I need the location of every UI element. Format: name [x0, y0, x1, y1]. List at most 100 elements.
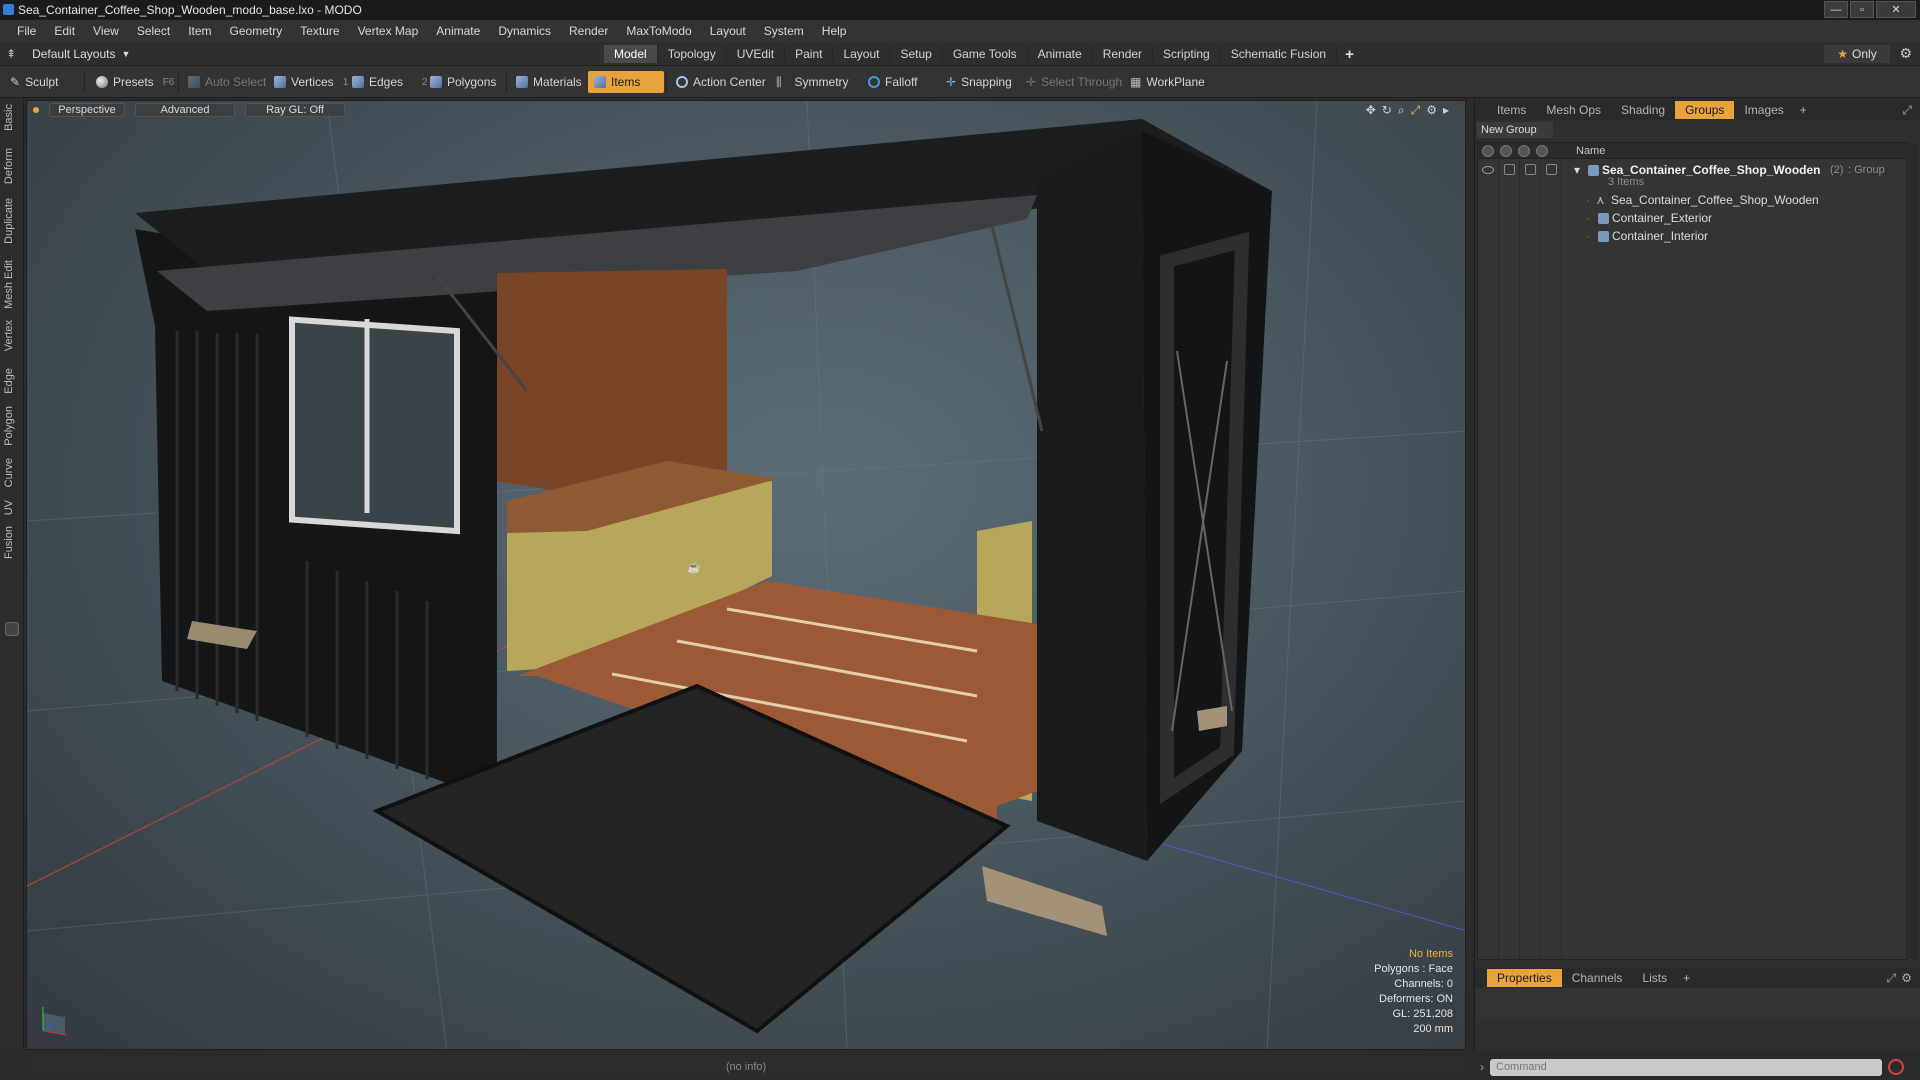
menu-file[interactable]: File: [8, 24, 45, 38]
eye-icon[interactable]: [1482, 166, 1494, 174]
viewport-shading-button[interactable]: Advanced: [135, 103, 235, 117]
menu-select[interactable]: Select: [128, 24, 179, 38]
tab-channels[interactable]: Channels: [1562, 969, 1633, 987]
auto-select-button[interactable]: Auto Select: [182, 71, 272, 93]
tab-uvedit[interactable]: UVEdit: [727, 45, 786, 63]
left-panel-toggle[interactable]: [5, 622, 19, 636]
minimize-button[interactable]: —: [1824, 1, 1848, 18]
edges-button[interactable]: Edges 2: [346, 71, 434, 93]
symmetry-button[interactable]: ⫼ Symmetry: [770, 71, 855, 93]
tab-render[interactable]: Render: [1093, 45, 1154, 63]
tab-schematic-fusion[interactable]: Schematic Fusion: [1221, 45, 1338, 63]
3d-viewport[interactable]: ☕ Perspective Advanced Ray GL: Off ✥ ↻ ⌕…: [26, 100, 1466, 1050]
select-toggle[interactable]: [1546, 164, 1557, 175]
viewport-arrow-icon[interactable]: ▸: [1443, 103, 1449, 118]
menu-help[interactable]: Help: [813, 24, 856, 38]
tree-row-child[interactable]: · ⋏ Sea_Container_Coffee_Shop_Wooden: [1478, 191, 1906, 209]
add-tab-button[interactable]: +: [1337, 45, 1362, 63]
tab-mesh-ops[interactable]: Mesh Ops: [1536, 101, 1611, 119]
close-button[interactable]: ✕: [1876, 1, 1916, 18]
tree-scrollbar[interactable]: [1908, 143, 1918, 959]
menu-layout[interactable]: Layout: [701, 24, 755, 38]
zoom-icon[interactable]: ⌕: [1398, 103, 1405, 118]
menu-edit[interactable]: Edit: [45, 24, 84, 38]
viewport-menu-dot[interactable]: [33, 107, 39, 113]
vtab-edge[interactable]: Edge: [3, 368, 15, 394]
rotate-icon[interactable]: ↻: [1382, 103, 1392, 118]
tab-topology[interactable]: Topology: [658, 45, 727, 63]
action-center-button[interactable]: Action Center: [670, 71, 772, 93]
items-button[interactable]: Items: [588, 71, 664, 93]
menu-geometry[interactable]: Geometry: [221, 24, 292, 38]
presets-button[interactable]: Presets F6: [90, 71, 180, 93]
stop-icon[interactable]: [1888, 1059, 1904, 1075]
tab-items[interactable]: Items: [1487, 101, 1536, 119]
visibility-column-icon[interactable]: [1482, 144, 1494, 157]
tree-row-child[interactable]: · Container_Interior: [1478, 227, 1906, 245]
action-center-icon: [676, 76, 688, 88]
menu-maxtomodo[interactable]: MaxToModo: [617, 24, 700, 38]
tab-scripting[interactable]: Scripting: [1153, 45, 1221, 63]
menu-vertex-map[interactable]: Vertex Map: [349, 24, 428, 38]
panel-expand-icon[interactable]: ⤢: [1902, 103, 1912, 118]
workplane-button[interactable]: ▦ WorkPlane: [1124, 71, 1211, 93]
tab-animate[interactable]: Animate: [1028, 45, 1093, 63]
snapping-button[interactable]: ✛ Snapping: [940, 71, 1018, 93]
maximize-button[interactable]: ▫: [1850, 1, 1874, 18]
vtab-vertex[interactable]: Vertex: [3, 320, 15, 351]
tab-paint[interactable]: Paint: [785, 45, 834, 63]
tab-lists[interactable]: Lists: [1632, 969, 1677, 987]
falloff-button[interactable]: Falloff: [862, 71, 923, 93]
name-column-header[interactable]: Name: [1576, 145, 1605, 157]
menu-view[interactable]: View: [84, 24, 128, 38]
menu-animate[interactable]: Animate: [427, 24, 489, 38]
materials-button[interactable]: Materials: [510, 71, 588, 93]
vertices-button[interactable]: Vertices 1: [268, 71, 354, 93]
vtab-uv[interactable]: UV: [3, 500, 15, 515]
add-bottom-tab-button[interactable]: +: [1677, 971, 1696, 985]
command-input[interactable]: [1490, 1058, 1882, 1076]
bottom-expand-icon[interactable]: ⤢: [1886, 971, 1896, 986]
vtab-basic[interactable]: Basic: [3, 104, 15, 131]
tab-layout[interactable]: Layout: [833, 45, 891, 63]
only-button[interactable]: ★ Only: [1824, 45, 1890, 63]
menu-system[interactable]: System: [755, 24, 813, 38]
tab-setup[interactable]: Setup: [890, 45, 943, 63]
menu-texture[interactable]: Texture: [291, 24, 348, 38]
polygons-button[interactable]: Polygons: [424, 71, 502, 93]
menu-render[interactable]: Render: [560, 24, 617, 38]
menu-item[interactable]: Item: [179, 24, 220, 38]
select-through-button[interactable]: ✛ Select Through: [1020, 71, 1128, 93]
vtab-fusion[interactable]: Fusion: [3, 526, 15, 559]
vtab-deform[interactable]: Deform: [3, 148, 15, 184]
presets-label: Presets: [113, 75, 154, 89]
sculpt-button[interactable]: ✎ Sculpt: [4, 71, 64, 93]
tab-groups[interactable]: Groups: [1675, 101, 1735, 119]
vtab-polygon[interactable]: Polygon: [3, 406, 15, 446]
vtab-mesh-edit[interactable]: Mesh Edit: [3, 260, 15, 309]
new-group-button[interactable]: New Group: [1477, 122, 1553, 138]
viewport-gear-icon[interactable]: ⚙: [1426, 103, 1437, 118]
tab-shading[interactable]: Shading: [1611, 101, 1675, 119]
add-panel-tab-button[interactable]: +: [1794, 103, 1813, 117]
gear-icon[interactable]: ⚙: [1899, 45, 1912, 62]
tree-row-child[interactable]: · Container_Exterior: [1478, 209, 1906, 227]
tab-properties[interactable]: Properties: [1487, 969, 1562, 987]
layout-selector[interactable]: ⇞ Default Layouts ▼: [6, 45, 130, 63]
bottom-gear-icon[interactable]: ⚙: [1901, 971, 1912, 985]
maximize-icon[interactable]: ⤢: [1411, 103, 1421, 118]
select-column-icon[interactable]: [1536, 144, 1548, 157]
render-column-icon[interactable]: [1500, 144, 1512, 157]
render-toggle[interactable]: [1504, 164, 1515, 175]
menu-dynamics[interactable]: Dynamics: [489, 24, 560, 38]
lock-toggle[interactable]: [1525, 164, 1536, 175]
vtab-duplicate[interactable]: Duplicate: [3, 198, 15, 244]
viewport-raygl-button[interactable]: Ray GL: Off: [245, 103, 345, 117]
viewport-view-button[interactable]: Perspective: [49, 103, 125, 117]
tab-images[interactable]: Images: [1734, 101, 1793, 119]
vtab-curve[interactable]: Curve: [3, 458, 15, 487]
pan-icon[interactable]: ✥: [1366, 103, 1376, 118]
tab-game-tools[interactable]: Game Tools: [943, 45, 1028, 63]
lock-column-icon[interactable]: [1518, 144, 1530, 157]
tab-model[interactable]: Model: [604, 45, 658, 63]
